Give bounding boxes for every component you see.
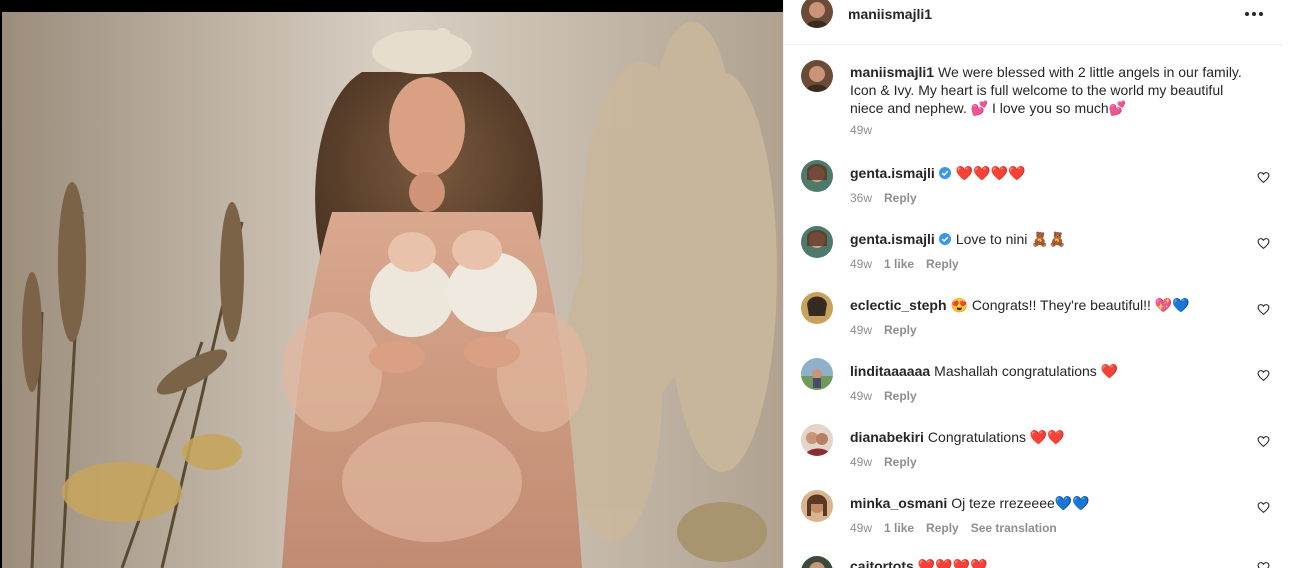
like-heart-icon[interactable] (1257, 501, 1270, 514)
like-heart-icon[interactable] (1257, 561, 1270, 568)
comment-line: genta.ismajli Love to nini 🧸🧸 (850, 230, 1066, 248)
comment-item: genta.ismajli ❤️❤️❤️❤️ 36w Reply (784, 157, 1284, 217)
comment-time[interactable]: 49w (850, 323, 872, 337)
comment-line: dianabekiri Congratulations ❤️❤️ (850, 428, 1065, 446)
commenter-avatar[interactable] (801, 556, 833, 568)
caption-avatar[interactable] (801, 60, 833, 92)
commenter-avatar[interactable] (801, 292, 833, 324)
comment-username[interactable]: minka_osmani (850, 495, 947, 511)
comment-username[interactable]: linditaaaaaa (850, 363, 930, 379)
like-heart-icon[interactable] (1257, 171, 1270, 184)
comment-line: linditaaaaaa Mashallah congratulations ❤️ (850, 362, 1118, 380)
comment-text: 😍 Congrats!! They're beautiful!! 💖💙 (950, 297, 1190, 313)
comment-meta: 49w Reply (850, 323, 929, 337)
author-username[interactable]: maniismajli1 (848, 6, 932, 22)
comment-time[interactable]: 49w (850, 257, 872, 271)
reply-button[interactable]: Reply (884, 389, 917, 403)
commenter-avatar[interactable] (801, 358, 833, 390)
like-heart-icon[interactable] (1257, 369, 1270, 382)
reply-button[interactable]: Reply (926, 521, 959, 535)
reply-button[interactable]: Reply (884, 191, 917, 205)
reply-button[interactable]: Reply (884, 323, 917, 337)
comment-line: minka_osmani Oj teze rrezeeee💙💙 (850, 494, 1090, 512)
caption-text-block: maniismajli1 We were blessed with 2 littl… (850, 63, 1250, 117)
comment-text: Congratulations ❤️❤️ (927, 429, 1065, 445)
post-side-panel: maniismajli1 maniismajli1 We were blessed… (783, 0, 1285, 568)
comment-meta: 49w Reply (850, 455, 929, 469)
verified-badge-icon (938, 167, 951, 179)
comment-text: ❤️❤️❤️❤️ (955, 165, 1026, 181)
comment-item: dianabekiri Congratulations ❤️❤️ 49w Reply (784, 421, 1284, 481)
comment-username[interactable]: dianabekiri (850, 429, 924, 445)
reply-button[interactable]: Reply (884, 455, 917, 469)
comment-item: minka_osmani Oj teze rrezeeee💙💙 49w 1 like… (784, 487, 1284, 547)
verified-badge-icon (938, 233, 951, 245)
likes-count[interactable]: 1 like (884, 521, 914, 535)
comment-item: caitortots ❤️❤️❤️❤️ (784, 553, 1284, 568)
more-options-icon[interactable] (1242, 6, 1266, 22)
commenter-avatar[interactable] (801, 160, 833, 192)
reply-button[interactable]: Reply (926, 257, 959, 271)
commenter-avatar[interactable] (801, 490, 833, 522)
commenter-avatar[interactable] (801, 424, 833, 456)
comment-meta: 49w 1 like Reply See translation (850, 521, 1069, 535)
photo-top-bar (0, 0, 783, 12)
comment-username[interactable]: eclectic_steph (850, 297, 947, 313)
comment-item: linditaaaaaa Mashallah congratulations ❤️… (784, 355, 1284, 415)
comment-line: genta.ismajli ❤️❤️❤️❤️ (850, 164, 1026, 182)
commenter-avatar[interactable] (801, 226, 833, 258)
comment-time[interactable]: 49w (850, 521, 872, 535)
post-photo-container (0, 0, 783, 568)
post-photo (2, 12, 783, 568)
comment-text: ❤️❤️❤️❤️ (917, 558, 988, 568)
comment-time[interactable]: 49w (850, 455, 872, 469)
author-avatar[interactable] (801, 0, 833, 28)
comment-text: Mashallah congratulations ❤️ (934, 363, 1119, 379)
see-translation-link[interactable]: See translation (971, 521, 1057, 535)
comment-meta: 36w Reply (850, 191, 929, 205)
like-heart-icon[interactable] (1257, 303, 1270, 316)
comment-username[interactable]: genta.ismajli (850, 165, 935, 181)
caption-username[interactable]: maniismajli1 (850, 64, 934, 80)
post-header: maniismajli1 (784, 0, 1284, 45)
comment-time[interactable]: 49w (850, 389, 872, 403)
comment-text: Love to nini 🧸🧸 (955, 231, 1067, 247)
comment-text: Oj teze rrezeeee💙💙 (951, 495, 1090, 511)
page-gutter (1283, 0, 1299, 568)
comment-meta: 49w Reply (850, 389, 929, 403)
caption-timestamp[interactable]: 49w (850, 123, 872, 137)
comment-line: eclectic_steph 😍 Congrats!! They're beaut… (850, 296, 1190, 314)
like-heart-icon[interactable] (1257, 435, 1270, 448)
comment-username[interactable]: caitortots (850, 558, 914, 568)
likes-count[interactable]: 1 like (884, 257, 914, 271)
comment-time[interactable]: 36w (850, 191, 872, 205)
comment-username[interactable]: genta.ismajli (850, 231, 935, 247)
comment-item: genta.ismajli Love to nini 🧸🧸 49w 1 like Re… (784, 223, 1284, 283)
comment-meta: 49w 1 like Reply (850, 257, 971, 271)
comment-line: caitortots ❤️❤️❤️❤️ (850, 557, 988, 568)
comment-item: eclectic_steph 😍 Congrats!! They're beaut… (784, 289, 1284, 349)
like-heart-icon[interactable] (1257, 237, 1270, 250)
